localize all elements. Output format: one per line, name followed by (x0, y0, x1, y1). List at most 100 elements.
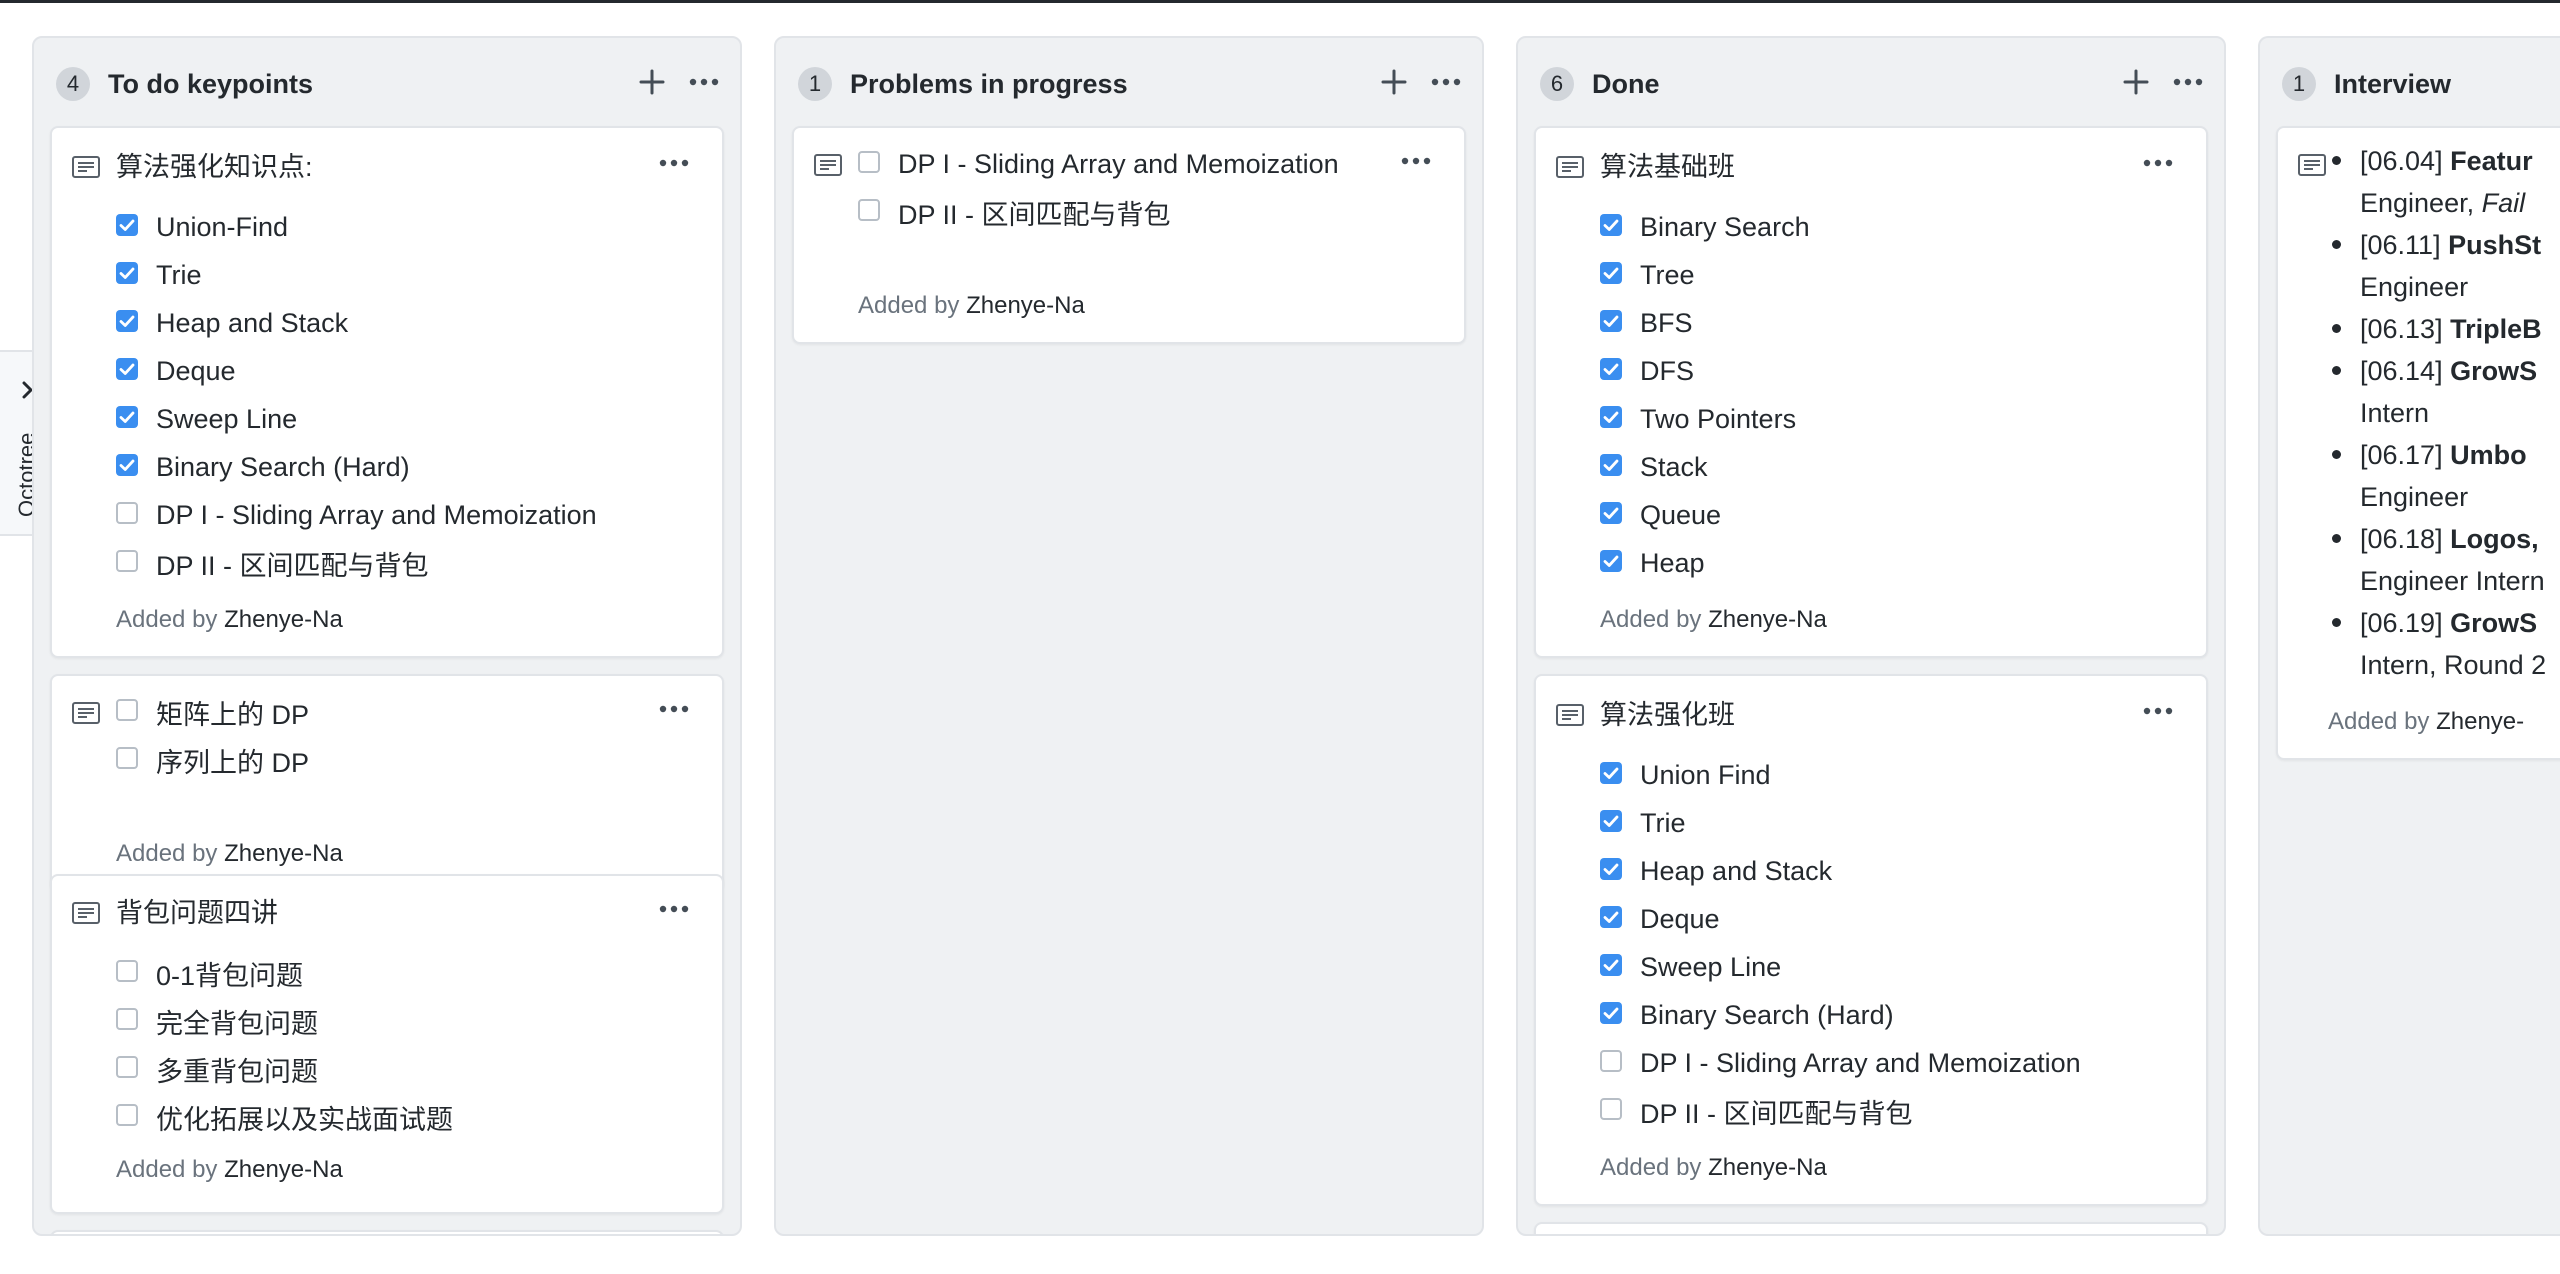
task-checkbox[interactable] (1600, 454, 1622, 476)
task-list: 矩阵上的 DP 序列上的 DP (116, 688, 712, 784)
task-label: Trie (1640, 807, 1686, 838)
task-checkbox[interactable] (116, 454, 138, 476)
task-item: DP I - Sliding Array and Memoization (858, 140, 1454, 188)
card[interactable]: 算法强化班 Union Find Trie Heap and Stack Deq… (1534, 674, 2208, 1206)
task-checkbox[interactable] (1600, 858, 1622, 880)
interview-date: [06.18] (2360, 524, 2443, 554)
task-checkbox[interactable] (116, 960, 138, 982)
task-item: Deque (1600, 895, 2196, 943)
card-menu-icon[interactable] (2136, 148, 2180, 178)
interview-company: GrowS (2450, 608, 2538, 638)
task-checkbox[interactable] (1600, 1002, 1622, 1024)
column-menu-icon[interactable] (2166, 62, 2210, 102)
task-label: Sweep Line (156, 403, 298, 434)
task-checkbox[interactable] (1600, 214, 1622, 236)
task-label: Trie (156, 259, 202, 290)
author-link[interactable]: Zhenye- (2436, 708, 2524, 735)
task-checkbox[interactable] (116, 699, 138, 721)
task-checkbox[interactable] (116, 1104, 138, 1126)
task-checkbox[interactable] (116, 1008, 138, 1030)
task-checkbox[interactable] (116, 310, 138, 332)
card-menu-icon[interactable] (652, 894, 696, 924)
task-checkbox[interactable] (1600, 310, 1622, 332)
task-checkbox[interactable] (1600, 358, 1622, 380)
column-menu-icon[interactable] (682, 62, 726, 102)
card[interactable]: DP I - Sliding Array and Memoization DP … (792, 126, 1466, 344)
task-item: Trie (1600, 799, 2196, 847)
column-header: 4 To do keypoints (34, 38, 740, 124)
task-item: 优化拓展以及实战面试题 (116, 1093, 712, 1141)
task-checkbox[interactable] (116, 262, 138, 284)
task-checkbox[interactable] (1600, 406, 1622, 428)
author-link[interactable]: Zhenye-Na (224, 606, 343, 633)
card[interactable]: 矩阵上的 DP 序列上的 DP Added by Zhenye-Na (50, 674, 724, 892)
author-link[interactable]: Zhenye-Na (224, 1156, 343, 1183)
task-list: Union-Find Trie Heap and Stack Deque Swe… (116, 203, 712, 587)
card[interactable]: 算法强化知识点: Union-Find Trie Heap and Stack … (50, 126, 724, 658)
task-label: Tree (1640, 259, 1695, 290)
author-link[interactable]: Zhenye-Na (1708, 606, 1827, 633)
author-link[interactable]: Zhenye-Na (224, 840, 343, 867)
add-card-icon[interactable] (632, 62, 672, 102)
task-label: 0-1背包问题 (156, 960, 304, 991)
author-link[interactable]: Zhenye-Na (1708, 1154, 1827, 1181)
task-checkbox[interactable] (116, 358, 138, 380)
card-menu-icon[interactable] (2136, 696, 2180, 726)
interview-result: Fail (2481, 188, 2526, 218)
task-item: 0-1背包问题 (116, 949, 712, 997)
task-checkbox[interactable] (1600, 906, 1622, 928)
task-label: Heap and Stack (156, 307, 349, 338)
card[interactable]: 算法基础班 Binary Search Tree BFS DFS Two Poi… (1534, 126, 2208, 658)
task-label: DP I - Sliding Array and Memoization (156, 499, 597, 530)
interview-item: [06.13] TripleB (2328, 308, 2560, 350)
task-label: Binary Search (Hard) (156, 451, 410, 482)
card[interactable] (50, 1230, 724, 1234)
task-checkbox[interactable] (1600, 262, 1622, 284)
card-menu-icon[interactable] (652, 148, 696, 178)
card-title: 算法强化知识点: (116, 152, 313, 182)
task-item: Sweep Line (1600, 943, 2196, 991)
task-item: 矩阵上的 DP (116, 688, 712, 736)
task-checkbox[interactable] (116, 406, 138, 428)
task-checkbox[interactable] (1600, 762, 1622, 784)
note-icon (1556, 704, 1584, 726)
column-card-count: 6 (1540, 67, 1574, 101)
task-checkbox[interactable] (1600, 550, 1622, 572)
task-checkbox[interactable] (116, 502, 138, 524)
card[interactable] (1534, 1222, 2208, 1234)
author-link[interactable]: Zhenye-Na (966, 292, 1085, 319)
task-item: 完全背包问题 (116, 997, 712, 1045)
interview-date: [06.17] (2360, 440, 2443, 470)
added-by: Added by Zhenye-Na (116, 606, 343, 634)
add-card-icon[interactable] (2116, 62, 2156, 102)
task-item: Heap and Stack (1600, 847, 2196, 895)
interview-company: Umbo (2450, 440, 2527, 470)
task-checkbox[interactable] (116, 1056, 138, 1078)
card[interactable]: [06.04] Featur Engineer, Fail [06.11] Pus… (2276, 126, 2560, 760)
task-checkbox[interactable] (116, 214, 138, 236)
task-checkbox[interactable] (116, 550, 138, 572)
task-label: 序列上的 DP (156, 747, 310, 778)
task-checkbox[interactable] (1600, 502, 1622, 524)
task-checkbox[interactable] (1600, 1098, 1622, 1120)
task-list: Union Find Trie Heap and Stack Deque Swe… (1600, 751, 2196, 1135)
task-item: Stack (1600, 443, 2196, 491)
task-label: DP II - 区间匹配与背包 (898, 199, 1171, 230)
column-card-count: 1 (2282, 67, 2316, 101)
task-checkbox[interactable] (858, 199, 880, 221)
task-item: 序列上的 DP (116, 736, 712, 784)
task-checkbox[interactable] (1600, 1050, 1622, 1072)
task-list: Binary Search Tree BFS DFS Two Pointers … (1600, 203, 2196, 587)
card[interactable]: 背包问题四讲 0-1背包问题 完全背包问题 多重背包问题 优化拓展以及实战面试题… (50, 874, 724, 1214)
add-card-icon[interactable] (1374, 62, 1414, 102)
task-label: Sweep Line (1640, 951, 1782, 982)
task-checkbox[interactable] (858, 151, 880, 173)
added-by-prefix: Added by (1600, 606, 1702, 633)
task-checkbox[interactable] (1600, 810, 1622, 832)
interview-item: [06.19] GrowS Intern, Round 2 (2328, 602, 2560, 686)
task-checkbox[interactable] (116, 747, 138, 769)
column-menu-icon[interactable] (1424, 62, 1468, 102)
task-checkbox[interactable] (1600, 954, 1622, 976)
added-by: Added by Zhenye-Na (116, 1156, 343, 1184)
task-label: Deque (156, 355, 236, 386)
